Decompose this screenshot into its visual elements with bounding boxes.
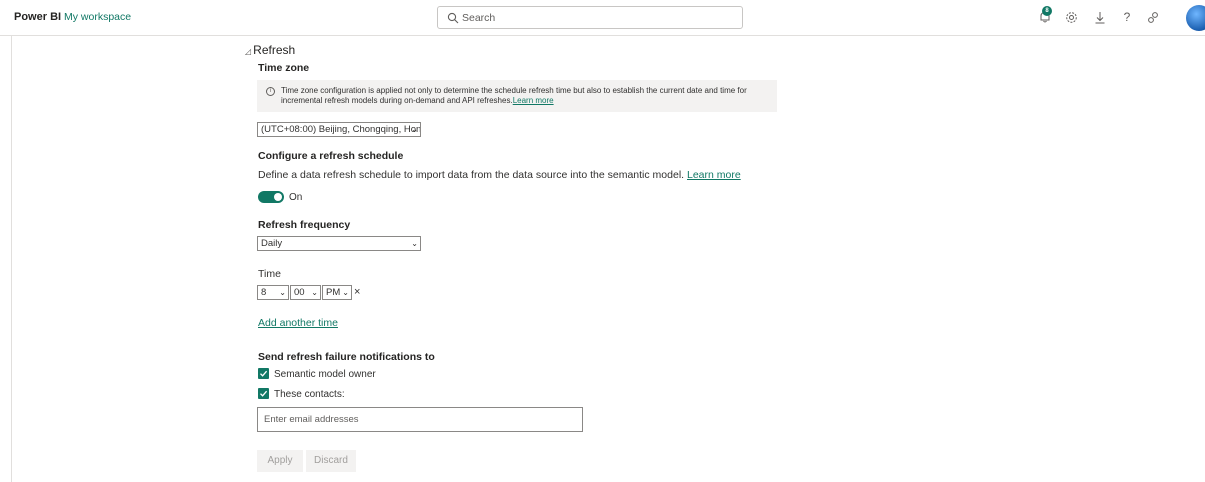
chevron-down-icon: ⌄ <box>279 288 286 297</box>
search-icon <box>447 12 459 24</box>
toggle-label: On <box>289 192 303 203</box>
help-icon[interactable]: ? <box>1118 8 1136 26</box>
left-divider <box>11 36 12 482</box>
ampm-select[interactable]: PM ⌄ <box>322 285 352 300</box>
workspace-link[interactable]: My workspace <box>64 11 131 23</box>
section-title: Refresh <box>253 43 296 57</box>
download-icon[interactable] <box>1091 8 1109 26</box>
timezone-info-box: i Time zone configuration is applied not… <box>257 80 777 112</box>
gear-icon[interactable] <box>1062 8 1080 26</box>
schedule-label: Configure a refresh schedule <box>258 150 404 162</box>
add-another-time-link[interactable]: Add another time <box>258 317 338 329</box>
timezone-info-text: Time zone configuration is applied not o… <box>281 86 747 105</box>
chevron-down-icon: ⌄ <box>411 125 418 134</box>
brand-name[interactable]: Power BI <box>14 11 61 23</box>
toggle-knob <box>274 193 282 201</box>
discard-button[interactable]: Discard <box>306 450 356 472</box>
top-bar: Power BI My workspace Search 8 ? <box>0 0 1205 36</box>
remove-time-button[interactable]: × <box>354 286 360 298</box>
schedule-toggle[interactable] <box>258 191 284 203</box>
schedule-learn-more-link[interactable]: Learn more <box>687 169 741 181</box>
apply-button[interactable]: Apply <box>257 450 303 472</box>
info-icon: i <box>266 87 275 96</box>
notification-badge: 8 <box>1042 6 1052 16</box>
timezone-learn-more-link[interactable]: Learn more <box>513 96 554 105</box>
notifications-label: Send refresh failure notifications to <box>258 351 435 363</box>
chevron-down-icon: ⌄ <box>411 239 418 248</box>
chevron-down-icon: ⌄ <box>342 288 349 297</box>
hour-select[interactable]: 8 ⌄ <box>257 285 289 300</box>
check-icon <box>260 370 268 377</box>
time-label: Time <box>258 268 281 280</box>
contacts-checkbox[interactable] <box>258 388 269 399</box>
contacts-checkbox-label: These contacts: <box>274 389 345 400</box>
owner-checkbox[interactable] <box>258 368 269 379</box>
search-placeholder: Search <box>462 12 496 24</box>
frequency-select[interactable]: Daily ⌄ <box>257 236 421 251</box>
timezone-label: Time zone <box>258 62 310 74</box>
timezone-select[interactable]: (UTC+08:00) Beijing, Chongqing, Hong Kon… <box>257 122 421 137</box>
frequency-label: Refresh frequency <box>258 219 351 231</box>
share-icon[interactable] <box>1144 8 1162 26</box>
collapse-triangle-icon: ◿ <box>245 47 252 56</box>
refresh-section-header[interactable]: ◿ Refresh <box>245 43 295 57</box>
schedule-description: Define a data refresh schedule to import… <box>258 169 741 181</box>
avatar[interactable] <box>1186 5 1205 31</box>
chevron-down-icon: ⌄ <box>311 288 318 297</box>
check-icon <box>260 390 268 397</box>
search-box[interactable]: Search <box>437 6 743 29</box>
minute-select[interactable]: 00 ⌄ <box>290 285 321 300</box>
email-input[interactable]: Enter email addresses <box>257 407 583 432</box>
owner-checkbox-label: Semantic model owner <box>274 369 376 380</box>
